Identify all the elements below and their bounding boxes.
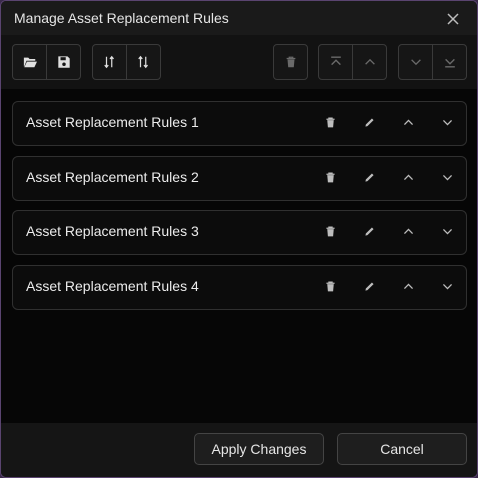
open-button[interactable]: [13, 45, 46, 79]
toolbar: [1, 35, 477, 89]
chevron-down-icon[interactable]: [439, 114, 455, 130]
folder-open-icon: [23, 57, 37, 68]
sort-descending-icon: [137, 55, 148, 69]
chevron-up-icon: [364, 58, 375, 65]
move-down-button-group: [398, 44, 467, 80]
chevron-down-icon: [410, 59, 421, 66]
cancel-button[interactable]: Cancel: [337, 433, 467, 465]
move-up-button[interactable]: [352, 45, 386, 79]
delete-selected-button[interactable]: [274, 45, 307, 79]
rule-label: Asset Replacement Rules 1: [26, 114, 199, 130]
chevron-down-icon[interactable]: [439, 169, 455, 185]
move-up-button-group: [318, 44, 387, 80]
move-to-bottom-button[interactable]: [432, 45, 466, 79]
list-item[interactable]: Asset Replacement Rules 4: [12, 265, 467, 310]
file-button-group: [12, 44, 81, 80]
trash-icon: [286, 56, 295, 68]
move-down-button[interactable]: [399, 45, 432, 79]
sort-descending-button[interactable]: [126, 45, 160, 79]
move-to-top-icon: [330, 56, 341, 66]
pencil-icon[interactable]: [361, 169, 377, 185]
save-icon: [57, 56, 70, 68]
trash-icon[interactable]: [322, 278, 338, 294]
chevron-down-icon[interactable]: [439, 223, 455, 239]
chevron-up-icon[interactable]: [400, 114, 416, 130]
trash-icon[interactable]: [322, 223, 338, 239]
sort-button-group: [92, 44, 161, 80]
rule-label: Asset Replacement Rules 3: [26, 223, 199, 239]
rules-list: Asset Replacement Rules 1 Asset Replacem…: [1, 89, 477, 423]
delete-button-group: [273, 44, 308, 80]
move-to-top-button[interactable]: [319, 45, 352, 79]
list-item[interactable]: Asset Replacement Rules 2: [12, 156, 467, 201]
sort-ascending-button[interactable]: [93, 45, 126, 79]
chevron-up-icon[interactable]: [400, 278, 416, 294]
manage-rules-dialog: Manage Asset Replacement Rules Asset Rep…: [0, 0, 478, 478]
move-to-bottom-icon: [444, 58, 455, 68]
rule-label: Asset Replacement Rules 4: [26, 278, 199, 294]
trash-icon[interactable]: [322, 114, 338, 130]
dialog-title: Manage Asset Replacement Rules: [14, 10, 229, 26]
chevron-down-icon[interactable]: [439, 278, 455, 294]
apply-changes-button[interactable]: Apply Changes: [194, 433, 324, 465]
dialog-titlebar: Manage Asset Replacement Rules: [1, 1, 477, 35]
pencil-icon[interactable]: [361, 223, 377, 239]
pencil-icon[interactable]: [361, 278, 377, 294]
chevron-up-icon[interactable]: [400, 223, 416, 239]
list-item[interactable]: Asset Replacement Rules 1: [12, 101, 467, 146]
rule-label: Asset Replacement Rules 2: [26, 169, 199, 185]
trash-icon[interactable]: [322, 169, 338, 185]
list-item[interactable]: Asset Replacement Rules 3: [12, 210, 467, 255]
dialog-footer: Apply Changes Cancel: [1, 423, 477, 477]
chevron-up-icon[interactable]: [400, 169, 416, 185]
close-icon[interactable]: [445, 11, 461, 27]
sort-ascending-icon: [103, 55, 114, 69]
pencil-icon[interactable]: [361, 114, 377, 130]
save-button[interactable]: [46, 45, 80, 79]
